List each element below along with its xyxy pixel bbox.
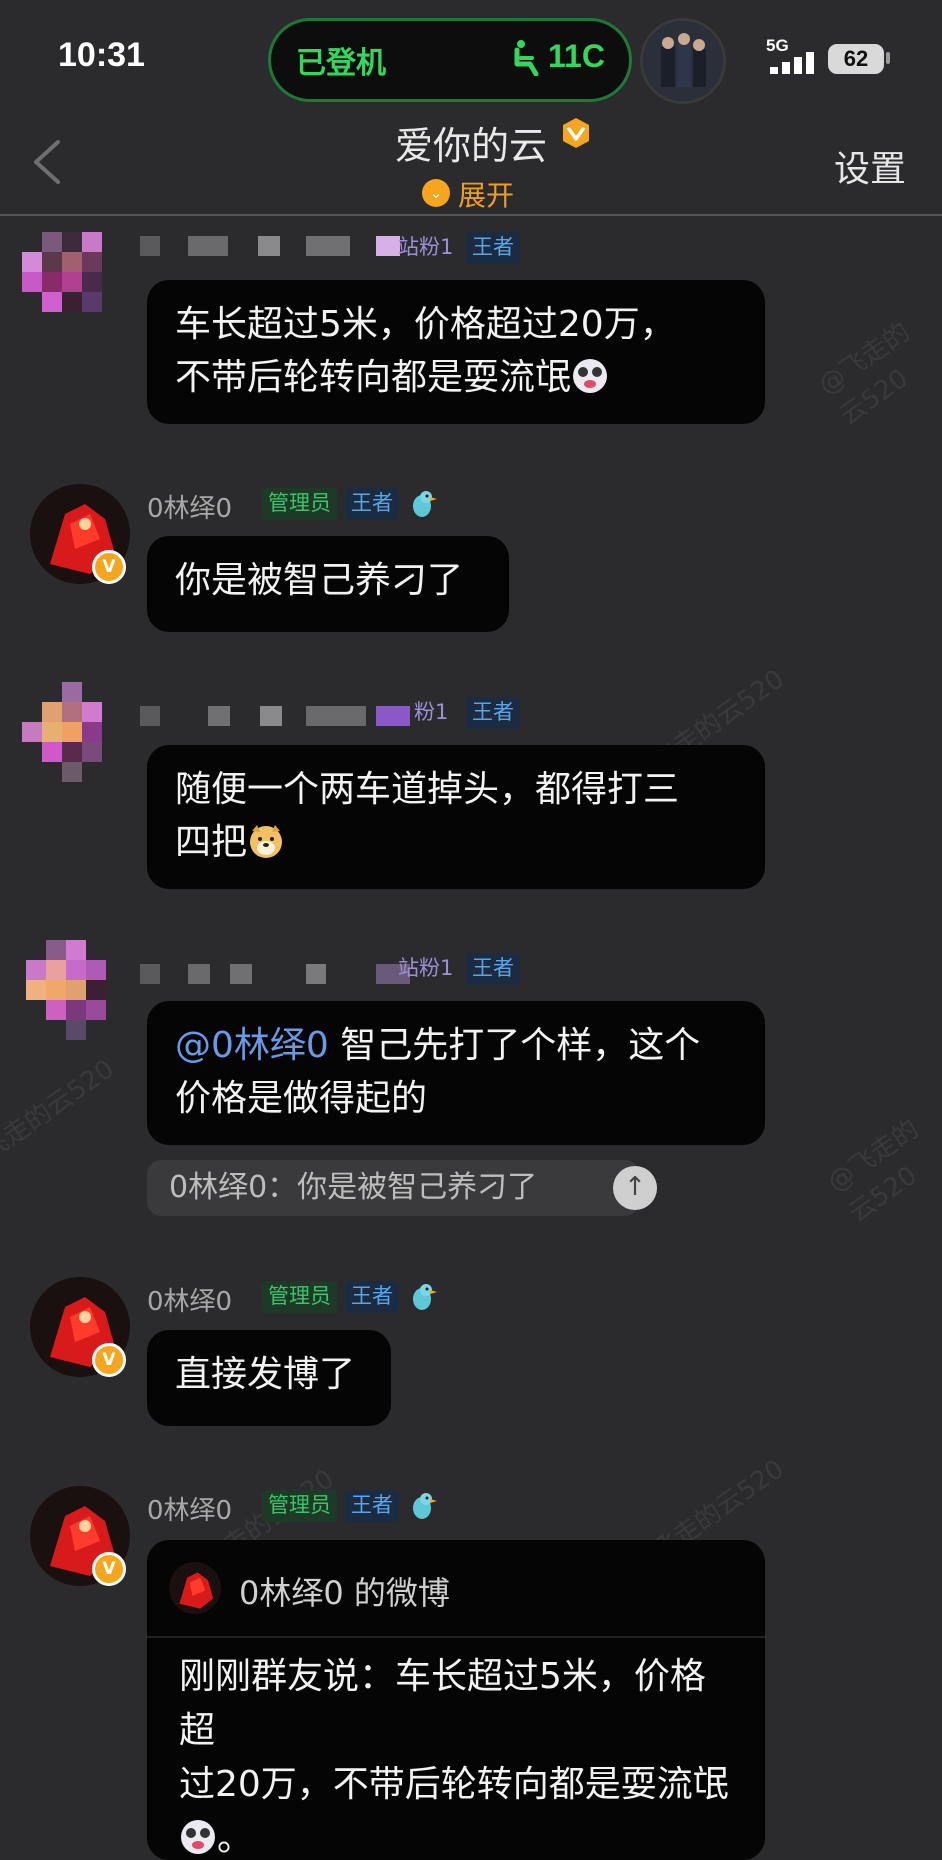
jump-to-quote-icon[interactable]: ↑	[613, 1166, 657, 1210]
battery-level: 62	[828, 44, 884, 74]
weibo-share-card[interactable]: 0林绎0 的微博 刚刚群友说：车长超过5米，价格超 过20万，不带后轮转向都是耍…	[147, 1540, 765, 1860]
settings-button[interactable]: 设置	[834, 140, 906, 192]
fan-badge: 站粉1	[398, 235, 454, 259]
avatar	[169, 1562, 221, 1614]
avatar[interactable]	[22, 232, 122, 332]
watermark: 飞走的云520	[0, 1054, 120, 1167]
verified-badge-icon: V	[92, 1343, 126, 1377]
level-badge: 王者	[466, 697, 520, 729]
message-text: 车长超过5米，价格超过20万，	[175, 304, 676, 345]
verified-badge-icon: V	[92, 550, 126, 584]
level-badge: 王者	[345, 1281, 399, 1313]
emoji-icon	[181, 1820, 215, 1854]
card-text: 刚刚群友说：车长超过5米，价格超	[179, 1656, 706, 1751]
message-text: 不带后轮转向都是耍流氓	[175, 357, 572, 398]
avatar[interactable]	[26, 940, 126, 1060]
message-bubble[interactable]: 车长超过5米，价格超过20万， 不带后轮转向都是耍流氓	[147, 280, 765, 424]
sender-name[interactable]: 0林绎0	[147, 488, 232, 525]
blurred-username	[140, 706, 410, 726]
message-text: 随便一个两车道掉头，都得打三	[175, 769, 680, 810]
level-badge: 王者	[466, 232, 520, 264]
avatar[interactable]	[22, 682, 122, 782]
message-bubble[interactable]: @0林绎0 智己先打了个样，这个 价格是做得起的	[147, 1001, 765, 1145]
verified-badge-icon	[563, 118, 589, 148]
level-badge: 王者	[345, 1490, 399, 1522]
fan-badge: 粉1	[414, 700, 449, 724]
expand-button[interactable]: 展开	[458, 174, 514, 214]
live-activity-thumbnail[interactable]	[640, 18, 726, 104]
mention-link[interactable]: @0林绎0	[175, 1025, 329, 1066]
battery-icon	[886, 52, 890, 64]
message-text: 智己先打了个样，这个	[328, 1025, 701, 1066]
boarding-status: 已登机	[296, 46, 386, 81]
blurred-username	[140, 964, 410, 984]
seat-icon	[514, 40, 539, 76]
quote-text: 0林绎0：你是被智己养刁了	[169, 1170, 538, 1205]
level-badge: 王者	[345, 488, 399, 520]
message-bubble[interactable]: 随便一个两车道掉头，都得打三 四把	[147, 745, 765, 889]
status-time: 10:31	[58, 36, 145, 74]
bird-icon	[413, 491, 437, 517]
message-text: 直接发博了	[175, 1354, 356, 1395]
sender-name[interactable]: 0林绎0	[147, 1281, 232, 1318]
card-body: 刚刚群友说：车长超过5米，价格超 过20万，不带后轮转向都是耍流氓 。	[179, 1650, 739, 1860]
watermark: @飞走的云520	[813, 316, 916, 432]
verified-badge-icon: V	[92, 1552, 126, 1586]
seat-number: 11C	[548, 38, 605, 74]
message-text: 四把	[175, 822, 248, 863]
blurred-username	[140, 236, 400, 256]
reply-quote[interactable]: 0林绎0：你是被智己养刁了	[147, 1160, 639, 1216]
message-text: 你是被智己养刁了	[175, 560, 464, 601]
card-text: 过20万，不带后轮转向都是耍流氓	[179, 1764, 729, 1805]
doge-emoji-icon	[250, 825, 283, 858]
message-bubble[interactable]: 直接发博了	[147, 1330, 391, 1426]
message-bubble[interactable]: 你是被智己养刁了	[147, 536, 509, 632]
bird-icon	[413, 1284, 437, 1310]
watermark: @飞走的云520	[822, 1114, 925, 1229]
card-title: 0林绎0 的微博	[239, 1574, 450, 1612]
header-divider	[0, 214, 942, 216]
card-header: 0林绎0 的微博	[147, 1540, 765, 1638]
admin-badge: 管理员	[262, 1281, 337, 1313]
admin-badge: 管理员	[262, 488, 337, 520]
chevron-down-icon[interactable]: ⌄	[422, 179, 450, 207]
emoji-icon	[573, 359, 608, 393]
message-text: 价格是做得起的	[175, 1078, 428, 1119]
chat-title: 爱你的云	[394, 124, 547, 168]
bird-icon	[413, 1493, 437, 1519]
fan-badge: 站粉1	[398, 956, 454, 980]
signal-icon	[770, 52, 814, 74]
admin-badge: 管理员	[262, 1490, 337, 1522]
level-badge: 王者	[466, 953, 520, 985]
sender-name[interactable]: 0林绎0	[147, 1490, 232, 1527]
card-text: 。	[217, 1818, 254, 1859]
